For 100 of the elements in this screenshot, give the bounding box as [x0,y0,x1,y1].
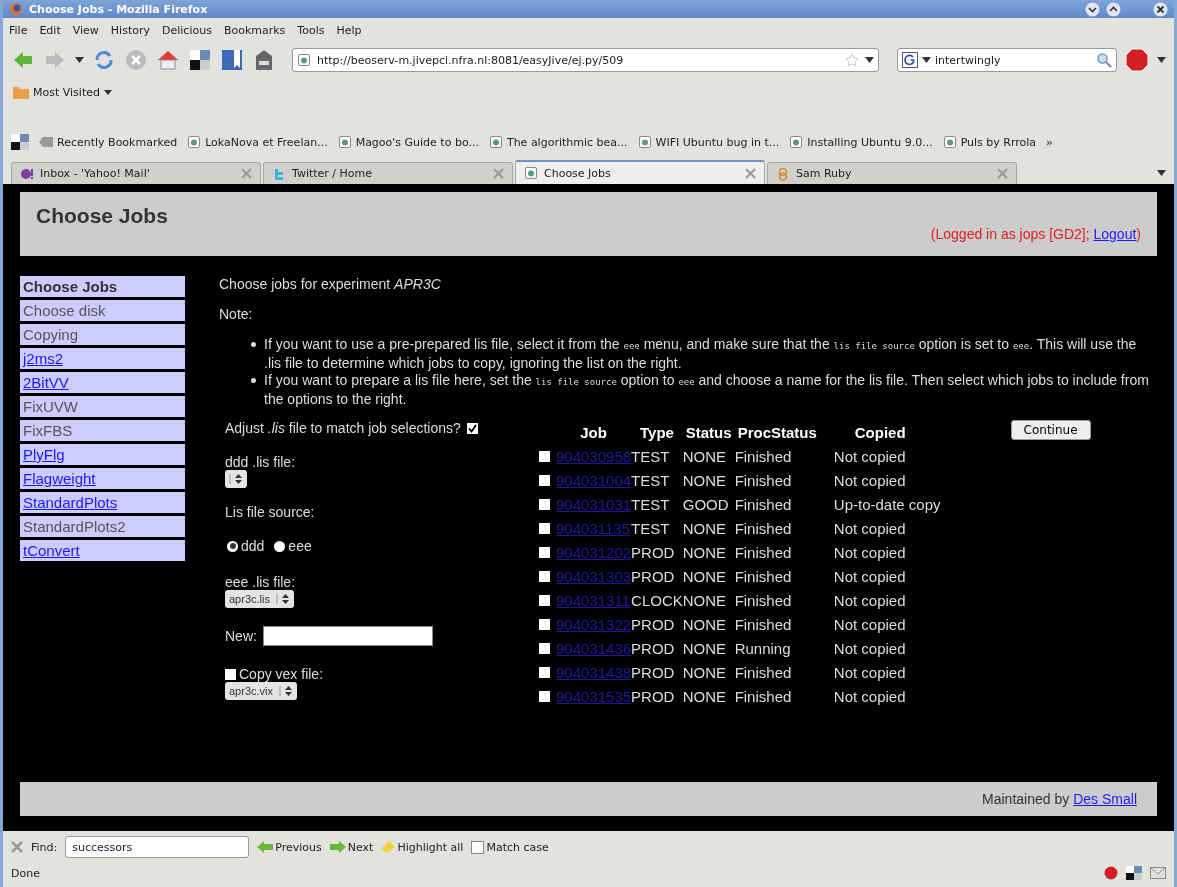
browser-tab[interactable]: Twitter / Home [263,162,513,184]
home-button[interactable] [156,48,180,72]
table-cell: NONE [682,615,727,633]
radio-button[interactable] [227,540,238,552]
sidebar-item[interactable]: 2BitVV [20,372,185,393]
more-bookmarks-button[interactable]: » [1046,135,1053,149]
grid-button[interactable] [188,48,212,72]
bookmark-item[interactable]: LokaNova et Freelan... [187,135,328,149]
table-cell: PROD [631,567,675,585]
highlighter-icon [381,841,396,853]
row-checkbox[interactable] [539,570,550,582]
menu-item[interactable]: Tools [297,23,325,37]
firefox-icon [9,2,23,16]
table-cell: Finished [734,615,792,633]
caret-icon[interactable] [865,57,874,63]
sidebar-item[interactable]: Choose Jobs [20,276,185,297]
caret-icon[interactable] [103,89,112,95]
grid-icon[interactable] [11,134,29,150]
ddd-lis-select[interactable] [225,470,247,488]
browser-tab[interactable]: Choose Jobs [515,160,765,184]
menu-item[interactable]: Bookmarks [223,23,286,37]
sidebar-item[interactable]: tConvert [20,540,185,561]
match-case-checkbox[interactable] [471,840,485,854]
new-label: New: [225,628,257,644]
sidebar-item[interactable]: StandardPlots2 [20,516,185,537]
stop-sign-icon[interactable] [1125,48,1149,72]
bookmark-item[interactable]: Puls by Rrrola [942,135,1037,149]
menu-item[interactable]: History [110,23,150,37]
sidebar-item[interactable]: Copying [20,324,185,345]
page-icon [297,53,311,67]
row-checkbox[interactable] [539,474,550,486]
bookmark-item[interactable]: Recently Bookmarked [39,135,178,149]
radio-label: eee [288,538,312,554]
table-cell: NONE [682,663,727,681]
row-checkbox[interactable] [539,522,550,534]
row-checkbox[interactable] [539,690,550,702]
new-file-field[interactable] [262,626,433,646]
caret-icon[interactable] [922,57,931,63]
search-icon[interactable] [1096,52,1112,68]
caret-icon[interactable] [1157,57,1166,63]
browser-tab[interactable]: Sam Ruby [767,162,1017,184]
sidebar-item[interactable]: Flagweight [20,468,185,489]
bookmark-item[interactable]: Installing Ubuntu 9.0... [789,135,933,149]
vex-select[interactable]: apr3c.vix [225,682,298,700]
row-checkbox[interactable] [539,594,550,606]
adjust-checkbox[interactable] [466,422,478,434]
star-icon[interactable] [845,53,859,67]
row-checkbox[interactable] [539,642,550,654]
row-checkbox[interactable] [539,450,550,462]
menu-item[interactable]: Help [336,23,362,37]
minimize-button[interactable] [1085,1,1100,17]
search-field[interactable]: intertwingly [897,48,1117,72]
menu-item[interactable]: Edit [39,23,61,37]
sidebar-item[interactable]: FixFBS [20,420,185,441]
menu-item[interactable]: View [72,23,99,37]
author-link[interactable]: Des Small [1073,791,1137,807]
caret-icon[interactable] [75,57,84,63]
page-title: Choose Jobs [36,204,168,229]
table-cell: Not copied [833,519,906,537]
google-icon[interactable] [902,52,918,68]
table-cell: NONE [682,639,727,657]
table-cell: PROD [631,615,675,633]
copy-vex-checkbox[interactable] [225,668,236,680]
sidebar-item[interactable]: FixUVW [20,396,185,417]
highlight-button[interactable]: Highlight all [381,840,464,854]
menu-item[interactable]: File [9,23,28,37]
find-label: Find: [31,840,58,854]
bookmark-button[interactable] [220,48,244,72]
eee-lis-select[interactable]: apr3c.lis [225,590,294,608]
row-checkbox[interactable] [539,546,550,558]
sidebar-item[interactable]: StandardPlots [20,492,185,513]
sidebar-item[interactable]: j2ms2 [20,348,185,369]
previous-button[interactable]: Previous [257,840,322,854]
table-cell: NONE [682,543,727,561]
menu-item[interactable]: Delicious [162,23,212,37]
table-cell: Finished [734,543,792,561]
close-button[interactable] [1153,1,1168,17]
intro-text: Choose jobs for experiment APR3C [219,276,442,292]
most-visited-menu[interactable]: Most Visited [33,85,100,99]
sidebar-item[interactable]: PlyFlg [20,444,185,465]
row-checkbox[interactable] [539,498,550,510]
address-bar[interactable]: http://beoserv-m.jivepci.nfra.nl:8081/easyJive/ej.py/509 [292,48,879,72]
table-cell: Not copied [833,447,906,465]
bookmark-item[interactable]: Magoo's Guide to bo... [337,135,479,149]
row-checkbox[interactable] [539,666,550,678]
sidebar-item[interactable]: Choose disk [20,300,185,321]
browser-tab[interactable]: Inbox - 'Yahoo! Mail' [11,162,261,184]
bookmark-item[interactable]: The algorithmic bea... [488,135,628,149]
radio-button[interactable] [274,540,286,552]
caret-icon[interactable] [1157,170,1166,176]
continue-button[interactable]: Continue [1010,420,1091,440]
window-title: Choose Jobs - Mozilla Firefox [29,2,208,16]
eee-lis-label: eee .lis file: [225,574,297,590]
bookmark-item[interactable]: WIFI Ubuntu bug in t... [637,135,780,149]
find-field[interactable]: successors [65,836,250,858]
maximize-button[interactable] [1106,1,1121,17]
next-button[interactable]: Next [329,840,374,854]
row-checkbox[interactable] [539,618,550,630]
table-cell: Finished [734,447,792,465]
logout-link[interactable]: Logout [1093,226,1137,242]
